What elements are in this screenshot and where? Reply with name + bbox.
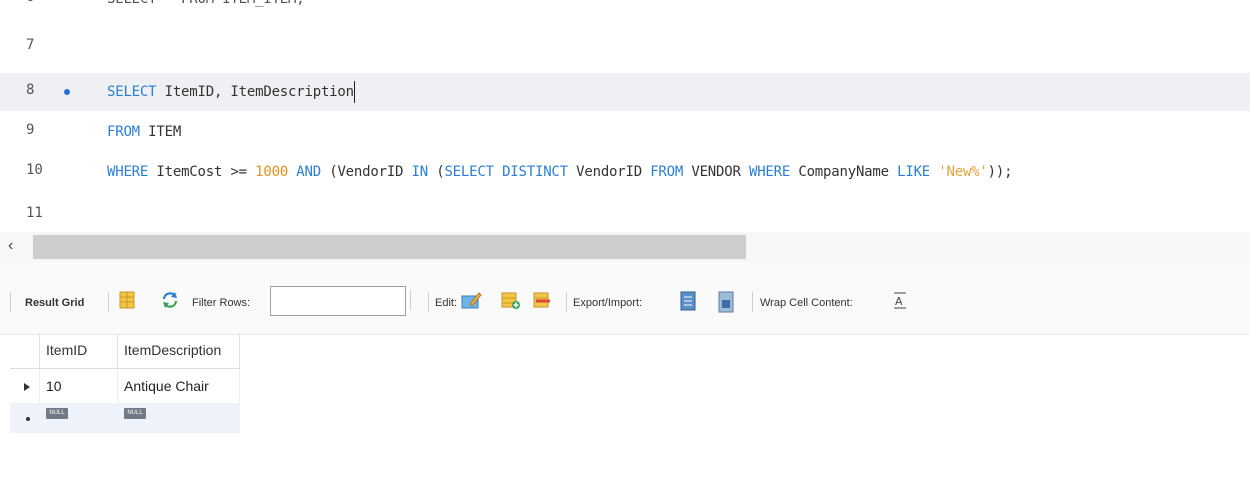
keyword: DISTINCT: [502, 164, 568, 180]
scrollbar-thumb[interactable]: [33, 235, 746, 259]
edit-row-icon[interactable]: [460, 290, 482, 315]
line-number: 11: [26, 205, 43, 221]
string-literal: 'New%': [938, 164, 988, 180]
code-text[interactable]: WHERE ItemCost >= 1000 AND (VendorID IN …: [107, 161, 1013, 183]
sql-editor[interactable]: 6 SELECT * FROM ITEM_ITEM; 7 8 SELECT It…: [0, 0, 1250, 232]
line-number: 9: [26, 122, 35, 138]
toolbar-divider: [752, 292, 753, 312]
code-segment: CompanyName: [790, 164, 898, 180]
code-segment: (: [427, 164, 445, 180]
line-number: 10: [26, 162, 43, 178]
column-header-itemid[interactable]: ItemID: [40, 333, 118, 369]
result-grid-tab[interactable]: Result Grid: [25, 297, 84, 309]
code-line-7[interactable]: 7: [0, 28, 1250, 66]
null-badge: NULL: [124, 408, 146, 419]
code-segment: ItemID, ItemDescription: [156, 84, 354, 100]
export-import-label: Export/Import:: [573, 297, 643, 309]
filter-rows-label: Filter Rows:: [192, 297, 251, 309]
row-header-corner: [10, 333, 40, 369]
export-icon[interactable]: [678, 290, 700, 317]
keyword: IN: [411, 164, 429, 180]
delete-row-icon[interactable]: [532, 290, 554, 315]
edit-label: Edit:: [435, 297, 458, 309]
grid-icon[interactable]: [118, 290, 136, 315]
number-literal: 1000: [255, 164, 289, 180]
row-selector[interactable]: [10, 369, 40, 403]
keyword: SELECT: [444, 164, 494, 180]
cell-itemdescription-null[interactable]: NULL: [118, 403, 240, 433]
keyword: WHERE: [748, 164, 791, 180]
code-line-6[interactable]: 6 SELECT * FROM ITEM_ITEM;: [0, 0, 1250, 18]
toolbar-divider: [108, 292, 109, 312]
code-segment: ITEM: [139, 124, 182, 140]
code-line-9[interactable]: 9 FROM ITEM: [0, 113, 1250, 151]
keyword: AND: [296, 164, 321, 180]
code-segment: (VendorID: [320, 164, 412, 180]
wrap-cell-label: Wrap Cell Content:: [760, 297, 853, 309]
keyword: SELECT: [107, 84, 157, 100]
code-segment: VENDOR: [683, 164, 749, 180]
keyword: FROM: [650, 164, 684, 180]
wrap-icon[interactable]: A: [892, 290, 908, 315]
line-number: 8: [26, 82, 35, 98]
filter-rows-input[interactable]: [270, 286, 406, 316]
line-number: 6: [26, 0, 66, 9]
code-segment: ItemCost >=: [148, 164, 256, 180]
table-row[interactable]: 10 Antique Chair: [10, 369, 240, 403]
new-row-marker-icon: [26, 417, 30, 421]
scroll-left-icon[interactable]: ‹: [8, 237, 13, 255]
code-text[interactable]: SELECT * FROM ITEM_ITEM;: [107, 0, 305, 10]
new-row[interactable]: NULL NULL: [10, 403, 240, 433]
refresh-icon[interactable]: [160, 290, 180, 315]
row-pointer-icon: [24, 383, 30, 391]
code-segment: ));: [987, 164, 1013, 180]
toolbar-divider: [428, 292, 429, 312]
line-number: 7: [26, 37, 35, 53]
column-header-itemdescription[interactable]: ItemDescription: [118, 333, 240, 369]
code-text[interactable]: SELECT ItemID, ItemDescription: [107, 81, 355, 103]
null-badge: NULL: [46, 408, 68, 419]
keyword: WHERE: [107, 164, 149, 180]
statement-marker-icon: [64, 89, 70, 95]
cell-itemid-null[interactable]: NULL: [40, 403, 118, 433]
filter-dropdown-icon[interactable]: [410, 290, 425, 310]
svg-text:A: A: [895, 295, 903, 308]
row-selector[interactable]: [10, 403, 40, 433]
result-toolbar: Result Grid Filter Rows: Edit: Export/Im…: [0, 262, 1250, 335]
toolbar-divider: [566, 292, 567, 312]
insert-row-icon[interactable]: [500, 290, 522, 315]
keyword: LIKE: [897, 164, 931, 180]
code-line-10[interactable]: 10 WHERE ItemCost >= 1000 AND (VendorID …: [0, 153, 1250, 191]
toolbar-divider: [10, 292, 11, 312]
code-text[interactable]: FROM ITEM: [107, 121, 181, 143]
cell-itemid[interactable]: 10: [40, 369, 118, 403]
text-caret: [353, 81, 355, 103]
code-line-11[interactable]: 11: [0, 196, 1250, 232]
editor-horizontal-scrollbar[interactable]: ‹: [0, 232, 1250, 262]
cell-itemdescription[interactable]: Antique Chair: [118, 369, 240, 403]
import-icon[interactable]: [716, 290, 738, 319]
code-line-8-current[interactable]: 8 SELECT ItemID, ItemDescription: [0, 73, 1250, 111]
keyword: FROM: [107, 124, 140, 140]
grid-header-row: ItemID ItemDescription: [10, 333, 240, 369]
code-segment: VendorID: [567, 164, 651, 180]
